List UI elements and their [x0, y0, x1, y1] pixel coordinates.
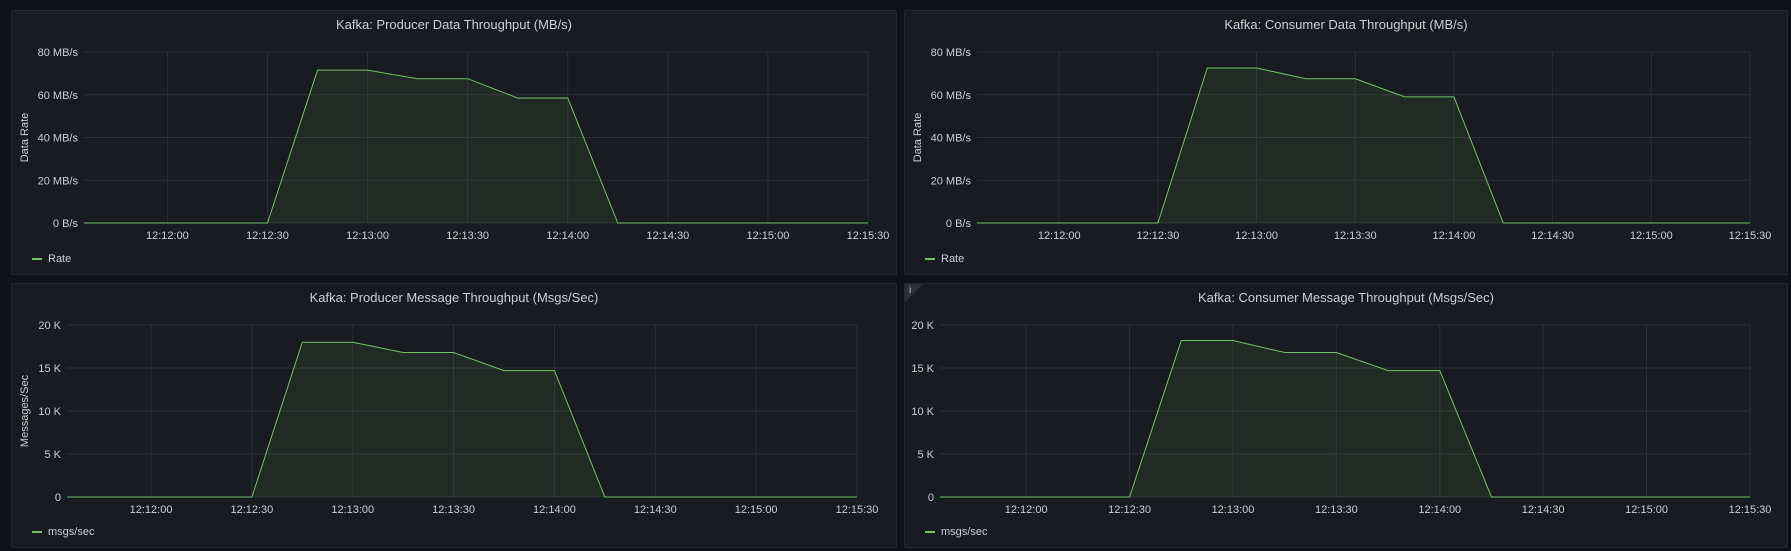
- x-tick-label: 12:14:30: [1522, 504, 1565, 516]
- legend[interactable]: Rate: [925, 253, 964, 265]
- x-tick-label: 12:15:00: [735, 504, 778, 516]
- legend-label: Rate: [48, 253, 72, 265]
- x-tick-label: 12:13:00: [1212, 504, 1255, 516]
- chart-producer-messages: 0 5 K 10 K 15 K 20 K 12:12:00 12:12:30 12:13:00…: [19, 320, 879, 516]
- chart-consumer-data: 0 B/s 20 MB/s 40 MB/s 60 MB/s 80 MB/s 12:12:0…: [912, 47, 1772, 242]
- x-tick-label: 12:15:30: [836, 504, 879, 516]
- y-tick-label: 20 MB/s: [931, 175, 972, 187]
- legend-swatch: [925, 531, 935, 533]
- y-axis-label: Messages/Sec: [19, 374, 31, 447]
- x-tick-label: 12:12:30: [1137, 230, 1180, 242]
- y-tick-label: 20 K: [911, 320, 934, 332]
- legend[interactable]: msgs/sec: [32, 526, 94, 538]
- panel-producer-messages[interactable]: Kafka: Producer Message Throughput (Msgs…: [11, 283, 897, 548]
- x-tick-label: 12:13:00: [331, 504, 374, 516]
- panel-consumer-data[interactable]: Kafka: Consumer Data Throughput (MB/s) 0…: [904, 10, 1788, 275]
- x-tick-label: 12:14:30: [1531, 230, 1574, 242]
- x-tick-label: 12:14:00: [1418, 504, 1461, 516]
- y-tick-label: 0: [55, 492, 61, 504]
- x-tick-label: 12:14:30: [646, 230, 689, 242]
- x-tick-label: 12:15:30: [1729, 230, 1772, 242]
- x-tick-label: 12:12:00: [146, 230, 189, 242]
- x-tick-label: 12:12:00: [130, 504, 173, 516]
- series-area: [84, 70, 868, 223]
- series-area: [977, 68, 1750, 223]
- x-tick-label: 12:14:30: [634, 504, 677, 516]
- x-tick-label: 12:15:00: [1630, 230, 1673, 242]
- y-tick-label: 10 K: [911, 406, 934, 418]
- x-tick-label: 12:12:30: [230, 504, 273, 516]
- x-tick-label: 12:13:00: [1235, 230, 1278, 242]
- x-tick-label: 12:12:00: [1038, 230, 1081, 242]
- x-tick-label: 12:12:00: [1005, 504, 1048, 516]
- series-area: [67, 342, 857, 497]
- chart-consumer-messages: 0 5 K 10 K 15 K 20 K 12:12:00 12:12:30 12:13:00…: [911, 320, 1772, 516]
- x-tick-label: 12:13:30: [446, 230, 489, 242]
- legend-label: msgs/sec: [941, 526, 988, 538]
- x-tick-label: 12:13:30: [1315, 504, 1358, 516]
- x-tick-label: 12:14:00: [546, 230, 589, 242]
- y-tick-label: 40 MB/s: [38, 133, 79, 145]
- y-tick-label: 15 K: [38, 363, 61, 375]
- x-tick-label: 12:14:00: [533, 504, 576, 516]
- y-tick-label: 60 MB/s: [931, 90, 972, 102]
- y-tick-label: 20 K: [38, 320, 61, 332]
- y-tick-label: 80 MB/s: [38, 47, 79, 59]
- y-tick-label: 10 K: [38, 406, 61, 418]
- x-tick-label: 12:15:00: [1625, 504, 1668, 516]
- y-axis-label: Data Rate: [912, 113, 924, 163]
- legend-label: Rate: [941, 253, 965, 265]
- y-tick-label: 0 B/s: [946, 218, 972, 230]
- x-tick-label: 12:13:00: [346, 230, 389, 242]
- legend-label: msgs/sec: [48, 526, 95, 538]
- legend-swatch: [32, 531, 42, 533]
- legend[interactable]: Rate: [32, 253, 71, 265]
- x-tick-label: 12:12:30: [246, 230, 289, 242]
- x-tick-label: 12:13:30: [1334, 230, 1377, 242]
- y-tick-label: 80 MB/s: [931, 47, 972, 59]
- y-tick-label: 0: [928, 492, 934, 504]
- y-tick-label: 20 MB/s: [38, 175, 79, 187]
- series-area: [940, 340, 1750, 497]
- legend-swatch: [925, 258, 935, 260]
- x-tick-label: 12:14:00: [1433, 230, 1476, 242]
- y-axis-label: Data Rate: [19, 113, 31, 163]
- y-tick-label: 60 MB/s: [38, 90, 79, 102]
- y-tick-label: 0 B/s: [53, 218, 79, 230]
- x-tick-label: 12:15:30: [847, 230, 890, 242]
- x-tick-label: 12:13:30: [432, 504, 475, 516]
- panel-consumer-messages[interactable]: i Kafka: Consumer Message Throughput (Ms…: [904, 283, 1788, 548]
- y-tick-label: 5 K: [917, 449, 934, 461]
- legend-swatch: [32, 258, 42, 260]
- y-tick-label: 5 K: [44, 449, 61, 461]
- chart-producer-data: 0 B/s 20 MB/s 40 MB/s 60 MB/s 80 MB/s 12:12:0…: [19, 47, 890, 242]
- y-tick-label: 40 MB/s: [931, 133, 972, 145]
- panel-producer-data[interactable]: Kafka: Producer Data Throughput (MB/s) 0…: [11, 10, 897, 275]
- x-tick-label: 12:15:00: [747, 230, 790, 242]
- x-tick-label: 12:15:30: [1729, 504, 1772, 516]
- y-tick-label: 15 K: [911, 363, 934, 375]
- x-tick-label: 12:12:30: [1108, 504, 1151, 516]
- legend[interactable]: msgs/sec: [925, 526, 987, 538]
